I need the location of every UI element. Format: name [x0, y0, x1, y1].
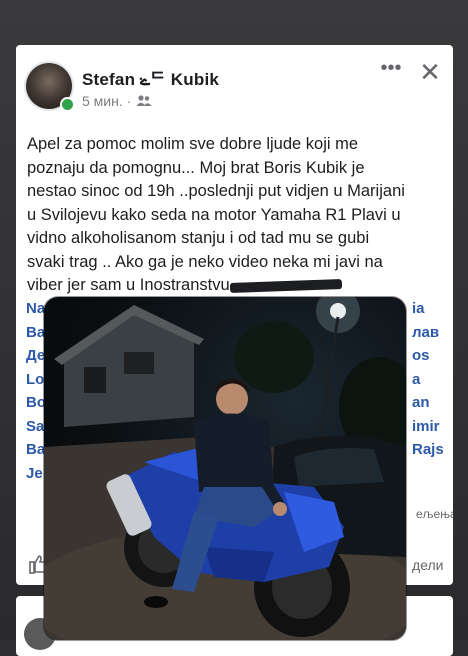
background-comment-names-right: ia лав os a an imir Rajs — [412, 297, 453, 485]
online-status-dot — [60, 97, 75, 112]
list-item: os — [412, 347, 430, 364]
friends-icon — [136, 95, 152, 106]
list-item: a — [412, 370, 421, 388]
close-icon[interactable]: ✕ — [416, 59, 444, 87]
more-options-icon[interactable]: ••• — [378, 58, 404, 83]
author-name[interactable]: Stefan ے݀ᄃ Kubik — [82, 65, 219, 90]
list-item: imir — [412, 417, 440, 435]
post-line: nestao sinoc od 19h ..poslednji put vidj… — [27, 182, 405, 200]
post-line: vidno alkoholisanom stanju i od tad mu s… — [27, 229, 370, 247]
post-line: viber jer sam u Inostranstvu — [27, 276, 230, 294]
post-text: Apel za pomoc molim sve dobre ljude koji… — [27, 133, 445, 298]
share-button[interactable]: дели — [412, 557, 443, 573]
post-time[interactable]: 5 мин. · — [82, 93, 131, 109]
author-avatar[interactable] — [26, 63, 75, 112]
list-item: лав — [412, 323, 440, 341]
post-line-last: viber jer sam u Inostranstvu0653426840 — [27, 274, 445, 298]
post-line: u Svilojevu kako seda na motor Yamaha R1… — [27, 205, 401, 224]
post-meta: 5 мин. · — [82, 93, 152, 109]
post-line: Apel za pomoc molim sve dobre ljude koji… — [27, 135, 359, 153]
comments-count[interactable]: ељења — [416, 507, 453, 521]
post-line: poznaju da pomognu... Moj brat Boris Kub… — [27, 158, 365, 177]
list-item: Rajs — [412, 441, 444, 458]
post-line: svaki trag .. Ako ga je neko video neka … — [27, 252, 383, 271]
list-item — [412, 462, 453, 486]
redacted-phone-number: 0653426840 — [229, 278, 342, 293]
list-item: an — [412, 394, 430, 411]
motorcycle-photo — [44, 297, 406, 640]
list-item: ia — [412, 300, 425, 317]
overlay-photo — [44, 297, 406, 640]
